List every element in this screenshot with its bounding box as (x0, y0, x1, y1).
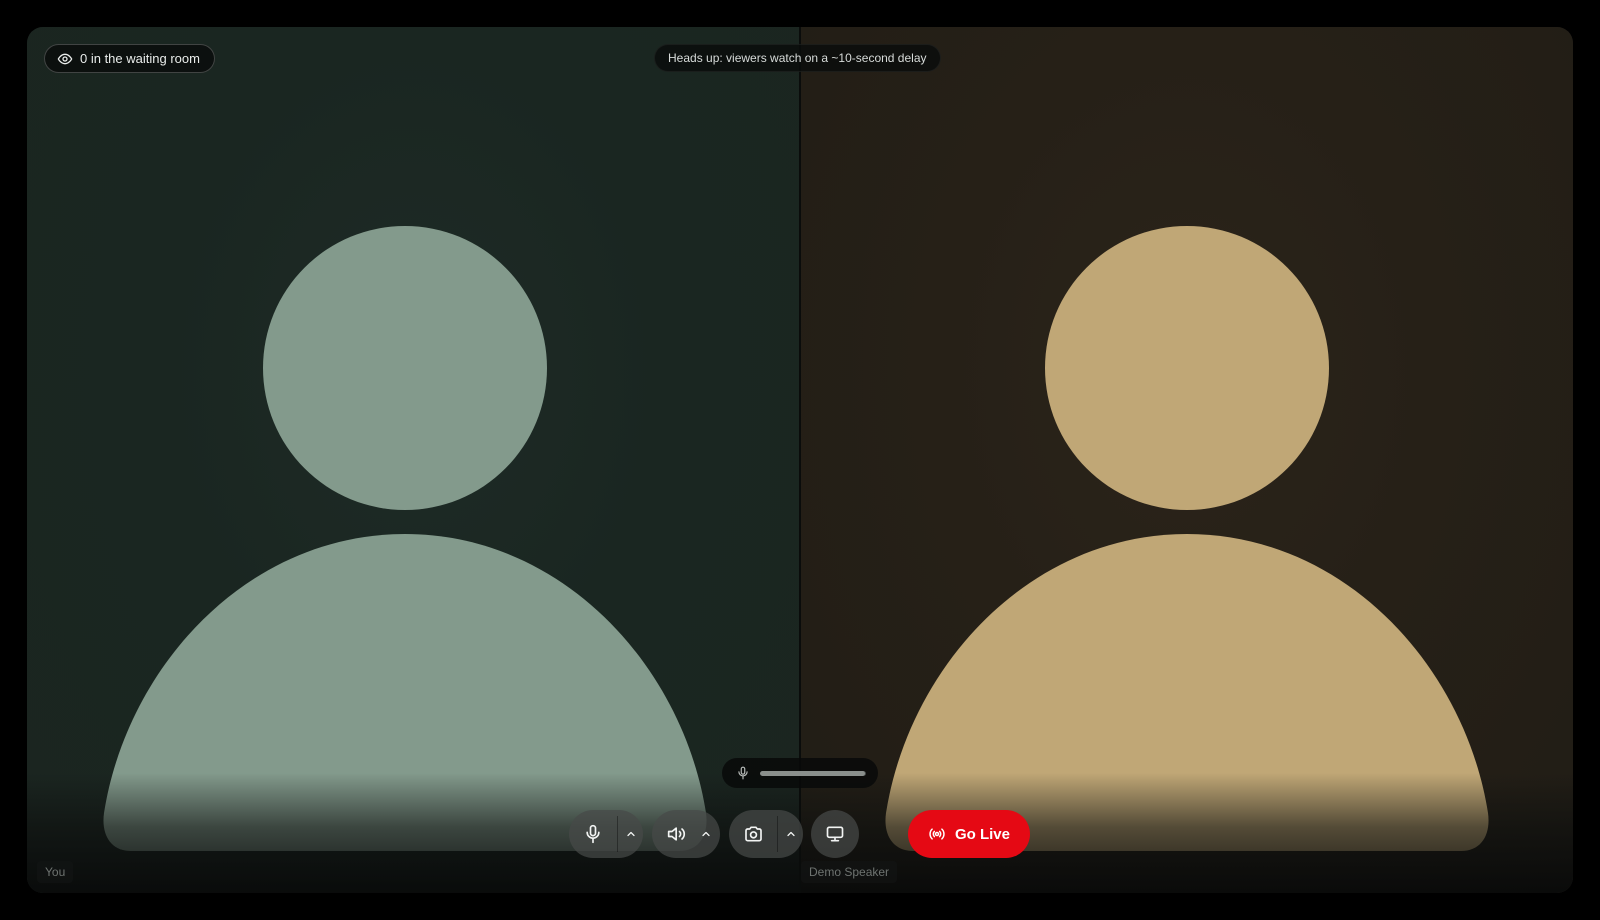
call-stage: You Demo Speaker 0 in the waiting room H… (27, 27, 1573, 893)
camera-icon (743, 824, 764, 844)
camera-control-group (729, 810, 803, 858)
chevron-up-icon (625, 828, 637, 840)
participant-tile-demo-speaker (800, 27, 1573, 893)
microphone-icon (583, 824, 603, 844)
delay-notice: Heads up: viewers watch on a ~10-second … (654, 44, 941, 72)
go-live-button[interactable]: Go Live (908, 810, 1030, 858)
waiting-room-indicator[interactable]: 0 in the waiting room (44, 44, 215, 73)
chevron-up-icon (700, 828, 712, 840)
participant-name-demo-speaker: Demo Speaker (801, 861, 898, 883)
mic-control-group (569, 810, 643, 858)
camera-options-button[interactable] (778, 810, 803, 858)
participant-tile-you: You (27, 27, 800, 893)
camera-toggle-button[interactable] (729, 810, 777, 858)
mic-level-fill (760, 770, 865, 776)
mic-toggle-button[interactable] (569, 810, 617, 858)
broadcast-icon (928, 825, 946, 843)
chevron-up-icon (785, 828, 797, 840)
waiting-room-label: 0 in the waiting room (80, 51, 200, 66)
screen-share-button[interactable] (811, 810, 859, 858)
mic-level-meter (722, 758, 878, 788)
participant-name-you: You (37, 861, 74, 883)
microphone-icon (736, 766, 750, 780)
mic-options-button[interactable] (618, 810, 643, 858)
go-live-label: Go Live (954, 825, 1010, 843)
avatar-placeholder-demo-speaker (885, 226, 1489, 851)
monitor-icon (824, 824, 846, 844)
avatar-placeholder-you (103, 226, 707, 851)
speaker-control-group (652, 810, 720, 858)
mic-level-track (760, 770, 866, 776)
speaker-toggle-button[interactable] (656, 810, 698, 858)
eye-icon (57, 51, 73, 67)
speaker-options-button[interactable] (696, 810, 716, 858)
speaker-icon (666, 824, 688, 844)
